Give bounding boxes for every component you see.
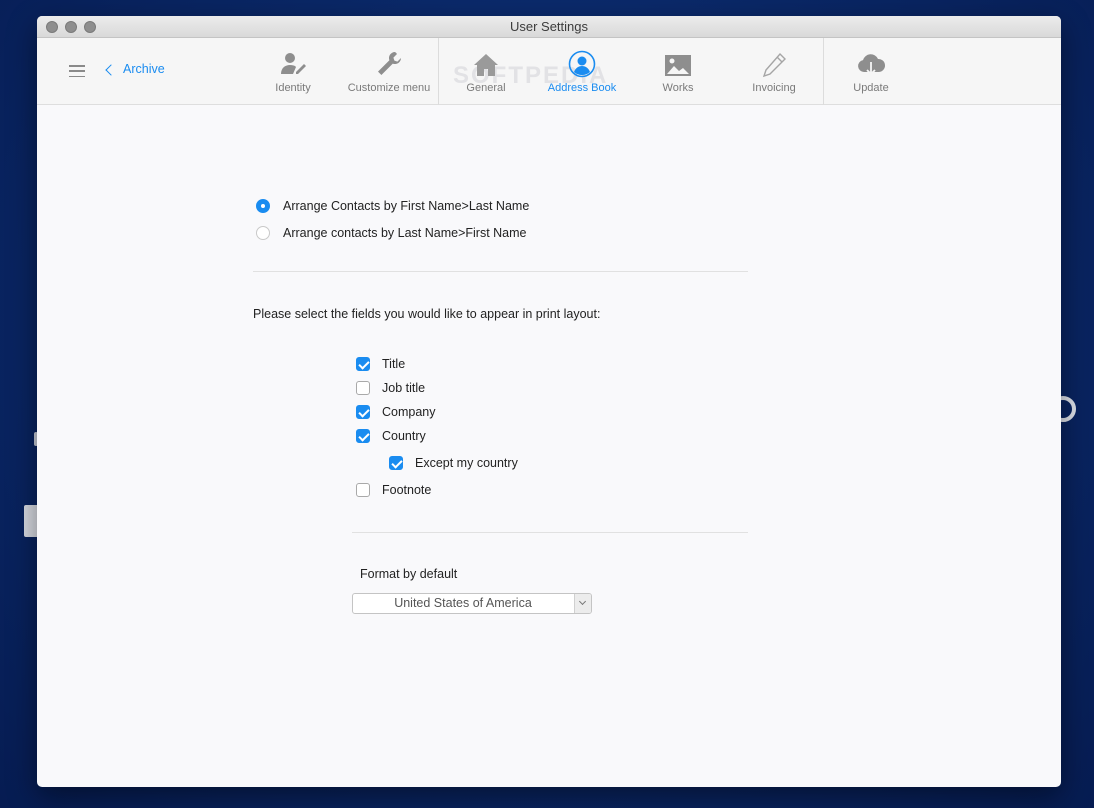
background-element: [24, 505, 38, 537]
tab-label: Invoicing: [752, 82, 796, 94]
close-window-button[interactable]: [46, 21, 58, 33]
tab-update[interactable]: Update: [841, 38, 901, 105]
field-job-title-checkbox-row[interactable]: Job title: [356, 381, 425, 395]
tab-label: Update: [853, 82, 889, 94]
title-bar: User Settings: [37, 16, 1061, 38]
print-fields-prompt: Please select the fields you would like …: [253, 307, 601, 321]
toolbar: Archive SOFTPEDIA Identity Customize men…: [37, 38, 1061, 105]
checkbox-label: Title: [382, 357, 406, 371]
tab-label: Works: [662, 82, 694, 94]
checkbox[interactable]: [389, 456, 403, 470]
cloud-download-icon: [841, 38, 901, 78]
radio-button[interactable]: [256, 199, 270, 213]
field-company-checkbox-row[interactable]: Company: [356, 405, 436, 419]
tab-works[interactable]: Works: [648, 38, 708, 105]
chevron-down-icon[interactable]: [574, 594, 591, 613]
tab-address-book[interactable]: Address Book: [542, 38, 622, 105]
field-footnote-checkbox-row[interactable]: Footnote: [356, 483, 431, 497]
checkbox-label: Company: [382, 405, 436, 419]
field-country-checkbox-row[interactable]: Country: [356, 429, 426, 443]
back-link-label: Archive: [123, 62, 165, 76]
address-book-settings: Arrange Contacts by First Name>Last Name…: [37, 105, 1061, 786]
checkbox[interactable]: [356, 405, 370, 419]
section-divider: [352, 532, 748, 533]
tab-identity[interactable]: Identity: [263, 38, 323, 105]
image-icon: [648, 38, 708, 78]
select-value: United States of America: [394, 596, 532, 610]
checkbox[interactable]: [356, 429, 370, 443]
zoom-window-button[interactable]: [84, 21, 96, 33]
radio-button[interactable]: [256, 226, 270, 240]
tab-customize-menu[interactable]: Customize menu: [343, 38, 435, 105]
checkbox-label: Footnote: [382, 483, 432, 497]
arrange-last-first-option[interactable]: Arrange contacts by Last Name>First Name: [256, 226, 527, 240]
window-title: User Settings: [509, 19, 589, 34]
radio-label: Arrange Contacts by First Name>Last Name: [283, 199, 530, 213]
checkbox[interactable]: [356, 357, 370, 371]
checkbox-label: Job title: [382, 381, 426, 395]
hamburger-menu-icon[interactable]: [69, 65, 85, 78]
minimize-window-button[interactable]: [65, 21, 77, 33]
format-country-select[interactable]: United States of America: [352, 593, 592, 614]
format-default-label: Format by default: [360, 567, 458, 581]
checkbox-label: Country: [382, 429, 426, 443]
toolbar-divider: [823, 38, 824, 105]
house-icon: [456, 38, 516, 78]
pencil-icon: [744, 38, 804, 78]
tab-label: Identity: [275, 82, 311, 94]
radio-label: Arrange contacts by Last Name>First Name: [283, 226, 527, 240]
tab-label: General: [466, 82, 506, 94]
identity-icon: [263, 38, 323, 78]
checkbox[interactable]: [356, 381, 370, 395]
tab-label: Customize menu: [347, 82, 431, 94]
back-archive-link[interactable]: Archive: [105, 62, 165, 76]
toolbar-divider: [438, 38, 439, 105]
tab-invoicing[interactable]: Invoicing: [744, 38, 804, 105]
wrench-icon: [343, 38, 435, 78]
field-title-checkbox-row[interactable]: Title: [356, 357, 405, 371]
tab-label: Address Book: [547, 82, 617, 94]
checkbox-label: Except my country: [415, 456, 518, 470]
tab-general[interactable]: General: [456, 38, 516, 105]
chevron-left-icon: [105, 63, 117, 76]
field-except-my-country-checkbox-row[interactable]: Except my country: [389, 456, 518, 470]
arrange-first-last-option[interactable]: Arrange Contacts by First Name>Last Name: [256, 199, 529, 213]
checkbox[interactable]: [356, 483, 370, 497]
settings-window: User Settings Archive SOFTPEDIA Identity…: [37, 16, 1061, 787]
address-book-icon: [542, 38, 622, 78]
section-divider: [253, 271, 748, 272]
